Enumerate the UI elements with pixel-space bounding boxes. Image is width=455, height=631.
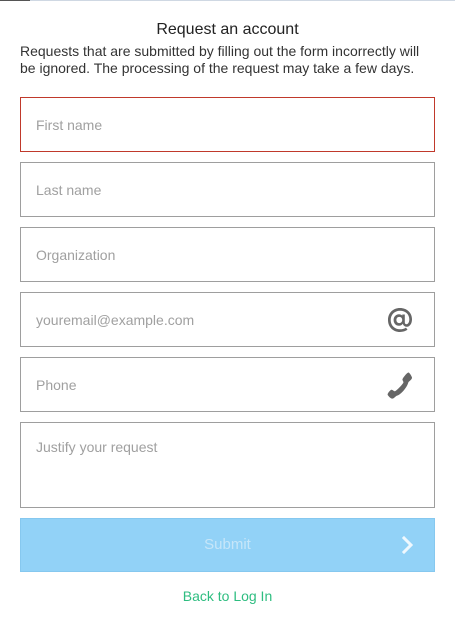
last-name-input[interactable] bbox=[21, 163, 434, 216]
phone-input[interactable] bbox=[21, 358, 434, 411]
first-name-field[interactable] bbox=[20, 97, 435, 152]
chevron-right-icon bbox=[402, 536, 414, 554]
submit-label: Submit bbox=[204, 536, 251, 553]
organization-input[interactable] bbox=[21, 228, 434, 281]
phone-field[interactable] bbox=[20, 357, 435, 412]
at-sign-icon bbox=[388, 308, 412, 332]
organization-field[interactable] bbox=[20, 227, 435, 282]
first-name-input[interactable] bbox=[21, 98, 434, 151]
submit-button[interactable]: Submit bbox=[20, 518, 435, 572]
justification-textarea[interactable] bbox=[21, 423, 434, 507]
form-description: Requests that are submitted by filling o… bbox=[20, 43, 420, 76]
email-field[interactable] bbox=[20, 292, 435, 347]
email-input[interactable] bbox=[21, 293, 434, 346]
top-border-accent bbox=[0, 0, 30, 1]
top-border bbox=[0, 0, 455, 1]
phone-icon bbox=[387, 372, 413, 399]
page-title: Request an account bbox=[156, 21, 299, 38]
back-to-login-link[interactable]: Back to Log In bbox=[0, 587, 455, 605]
justification-field[interactable] bbox=[20, 422, 435, 508]
last-name-field[interactable] bbox=[20, 162, 435, 217]
